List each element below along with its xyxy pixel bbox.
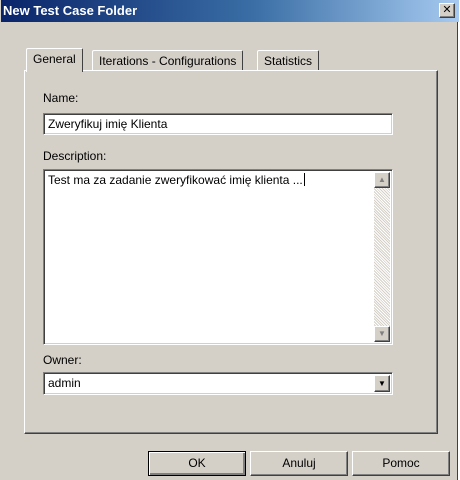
tab-general[interactable]: General bbox=[26, 48, 83, 72]
description-textarea-value: Test ma za zadanie zweryfikować imię kli… bbox=[48, 173, 305, 187]
tab-iterations-configurations[interactable]: Iterations - Configurations bbox=[92, 50, 244, 71]
name-input-value: Zweryfikuj imię Klienta bbox=[48, 117, 168, 131]
owner-label: Owner: bbox=[43, 353, 82, 367]
scroll-down-button[interactable]: ▼ bbox=[374, 326, 390, 342]
description-label: Description: bbox=[43, 149, 107, 163]
description-textarea[interactable]: Test ma za zadanie zweryfikować imię kli… bbox=[43, 169, 393, 345]
name-input[interactable]: Zweryfikuj imię Klienta bbox=[43, 113, 393, 135]
dialog-window: New Test Case Folder ✕ General Iteration… bbox=[0, 0, 459, 480]
tab-general-label: General bbox=[33, 52, 76, 66]
scroll-up-button[interactable]: ▲ bbox=[374, 172, 390, 188]
owner-select[interactable]: admin ▼ bbox=[43, 372, 393, 395]
chevron-down-icon: ▼ bbox=[378, 379, 386, 388]
ok-button[interactable]: OK bbox=[148, 451, 246, 476]
name-label: Name: bbox=[43, 91, 79, 105]
description-scrollbar[interactable]: ▲ ▼ bbox=[374, 172, 390, 342]
tab-statistics[interactable]: Statistics bbox=[257, 50, 320, 71]
text-caret bbox=[303, 173, 305, 186]
title-bar[interactable]: New Test Case Folder ✕ bbox=[1, 0, 459, 22]
owner-dropdown-button[interactable]: ▼ bbox=[374, 375, 390, 392]
window-title: New Test Case Folder bbox=[3, 3, 138, 18]
tab-iterations-configurations-label: Iterations - Configurations bbox=[99, 54, 237, 68]
general-tab-panel: Name: Zweryfikuj imię Klienta Descriptio… bbox=[24, 70, 438, 434]
close-icon: ✕ bbox=[442, 4, 452, 16]
arrow-up-icon: ▲ bbox=[378, 175, 386, 184]
arrow-down-icon: ▼ bbox=[378, 329, 386, 338]
tab-statistics-label: Statistics bbox=[264, 54, 313, 68]
help-button[interactable]: Pomoc bbox=[352, 451, 450, 476]
owner-select-value: admin bbox=[48, 376, 81, 390]
cancel-button[interactable]: Anuluj bbox=[250, 451, 348, 476]
close-button[interactable]: ✕ bbox=[439, 3, 455, 18]
